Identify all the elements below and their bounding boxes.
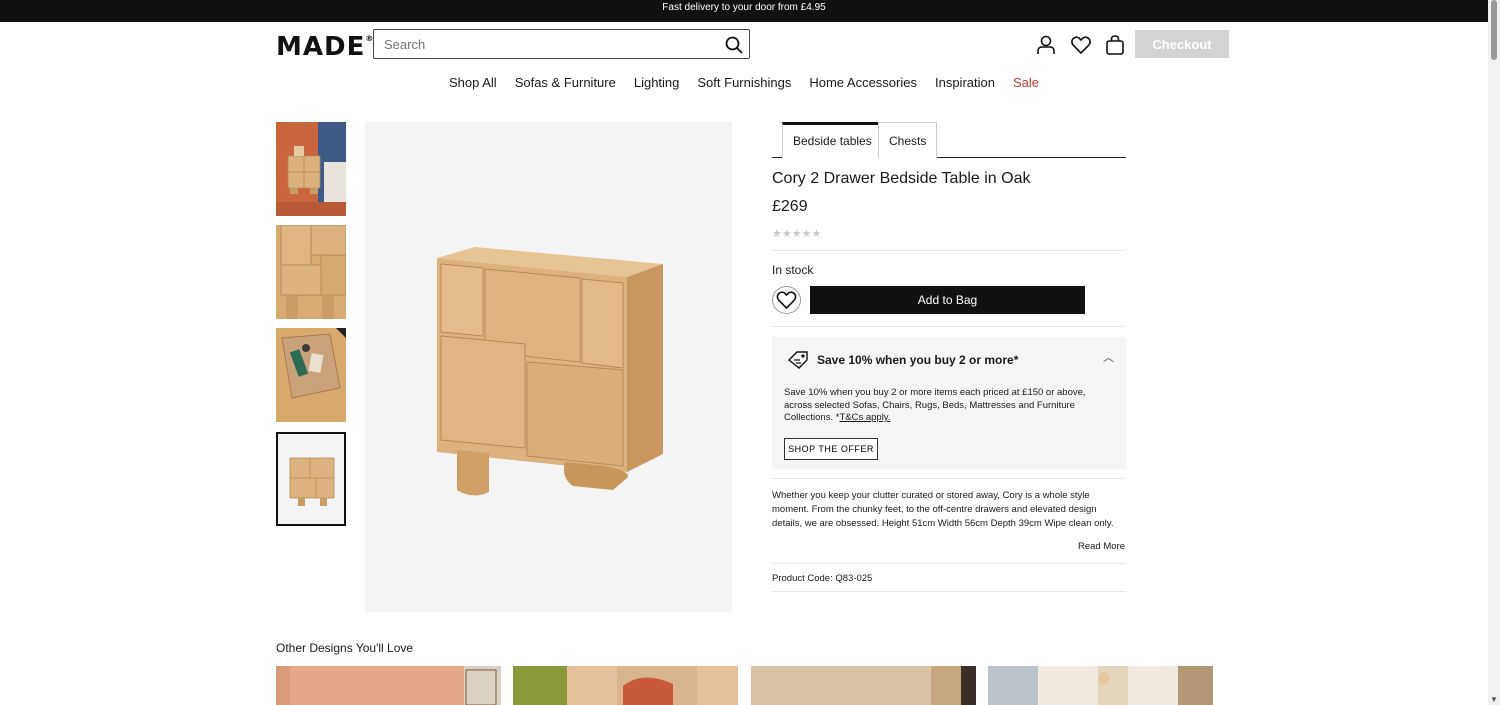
recommendation-image — [751, 666, 976, 705]
thumbnail-lifestyle-image — [276, 122, 346, 216]
recommendation-card-4[interactable] — [988, 666, 1213, 705]
nav-item-shop-all[interactable]: Shop All — [449, 75, 497, 90]
star-icon: ★ — [801, 228, 812, 240]
product-description: Whether you keep your clutter curated or… — [772, 490, 1114, 529]
read-more-link[interactable]: Read More — [1078, 541, 1125, 552]
recommendation-image — [276, 666, 501, 705]
scrollbar[interactable]: ▼ — [1488, 0, 1500, 705]
nav-item-sale[interactable]: Sale — [1013, 75, 1039, 90]
product-thumbnail-1[interactable] — [276, 122, 346, 216]
product-code: Product Code: Q83-025 — [772, 573, 872, 584]
nav-item-sofas-furniture[interactable]: Sofas & Furniture — [515, 75, 616, 90]
scroll-thumb[interactable] — [1491, 0, 1497, 60]
shop-the-offer-button[interactable]: SHOP THE OFFER — [784, 438, 878, 460]
thumbnail-closeup-image — [276, 225, 346, 319]
checkout-button[interactable]: Checkout — [1135, 30, 1229, 58]
product-code-value: Q83-025 — [835, 573, 873, 584]
divider — [772, 563, 1126, 564]
heart-icon[interactable] — [1070, 34, 1092, 56]
divider — [772, 326, 1126, 327]
product-price: £269 — [772, 198, 808, 215]
user-icon[interactable] — [1035, 34, 1057, 56]
thumbnail-open-drawer-image — [276, 328, 346, 422]
product-thumbnail-3[interactable] — [276, 328, 346, 422]
heart-icon — [776, 291, 797, 310]
logo-text: MADE — [276, 32, 366, 62]
search-icon[interactable] — [724, 35, 744, 55]
divider — [772, 250, 1126, 251]
offer-title[interactable]: Save 10% when you buy 2 or more* — [817, 353, 1018, 367]
recommendation-image — [988, 666, 1213, 705]
promo-text: Fast delivery to your door from £4.95 — [662, 2, 826, 13]
nav-item-home-accessories[interactable]: Home Accessories — [809, 75, 917, 90]
offer-description: Save 10% when you buy 2 or more items ea… — [784, 387, 1114, 425]
price-tag-icon — [787, 351, 808, 369]
main-nav: Shop All Sofas & Furniture Lighting Soft… — [0, 75, 1488, 90]
stock-status: In stock — [772, 263, 814, 277]
rating-stars[interactable]: ★★★★★ — [772, 227, 821, 240]
scroll-down-arrow-icon[interactable]: ▼ — [1490, 695, 1498, 705]
main-product-image[interactable] — [365, 122, 732, 612]
product-title: Cory 2 Drawer Bedside Table in Oak — [772, 170, 1031, 187]
offer-text: Save 10% when you buy 2 or more items ea… — [784, 387, 1086, 423]
recommendation-image — [513, 666, 738, 705]
nav-item-soft-furnishings[interactable]: Soft Furnishings — [697, 75, 791, 90]
bedside-table-illustration — [437, 247, 663, 496]
add-to-bag-button[interactable]: Add to Bag — [810, 286, 1085, 314]
recommendation-card-2[interactable] — [513, 666, 738, 705]
promo-bar: Fast delivery to your door from £4.95 — [0, 0, 1488, 22]
recommendations-title: Other Designs You'll Love — [276, 641, 414, 655]
wishlist-button[interactable] — [772, 286, 801, 314]
divider — [772, 478, 1126, 479]
page: Fast delivery to your door from £4.95 ▼ … — [0, 0, 1500, 705]
product-code-label: Product Code: — [772, 573, 833, 584]
star-icon: ★ — [811, 228, 822, 240]
offer-panel: Save 10% when you buy 2 or more* ︿ Save … — [772, 337, 1126, 469]
chevron-up-icon[interactable]: ︿ — [1103, 349, 1114, 365]
nav-item-lighting[interactable]: Lighting — [634, 75, 680, 90]
terms-link[interactable]: T&Cs apply. — [839, 412, 890, 423]
recommendation-card-3[interactable] — [751, 666, 976, 705]
category-tabs: Bedside tables Chests — [772, 122, 1126, 158]
star-icon: ★ — [772, 228, 782, 240]
star-icon: ★ — [791, 228, 802, 240]
product-thumbnail-4[interactable] — [276, 432, 346, 526]
made-logo[interactable]: MADE® — [276, 32, 374, 62]
nav-item-inspiration[interactable]: Inspiration — [935, 75, 995, 90]
thumbnail-cutout-image — [278, 434, 344, 524]
bag-icon[interactable] — [1104, 34, 1126, 56]
star-icon: ★ — [781, 228, 792, 240]
tab-chests[interactable]: Chests — [878, 122, 938, 158]
recommendation-card-1[interactable] — [276, 666, 501, 705]
search-bar[interactable] — [373, 29, 750, 59]
divider — [772, 591, 1126, 592]
tab-bedside-tables[interactable]: Bedside tables — [782, 122, 883, 158]
product-thumbnail-2[interactable] — [276, 225, 346, 319]
search-input[interactable] — [374, 30, 704, 58]
